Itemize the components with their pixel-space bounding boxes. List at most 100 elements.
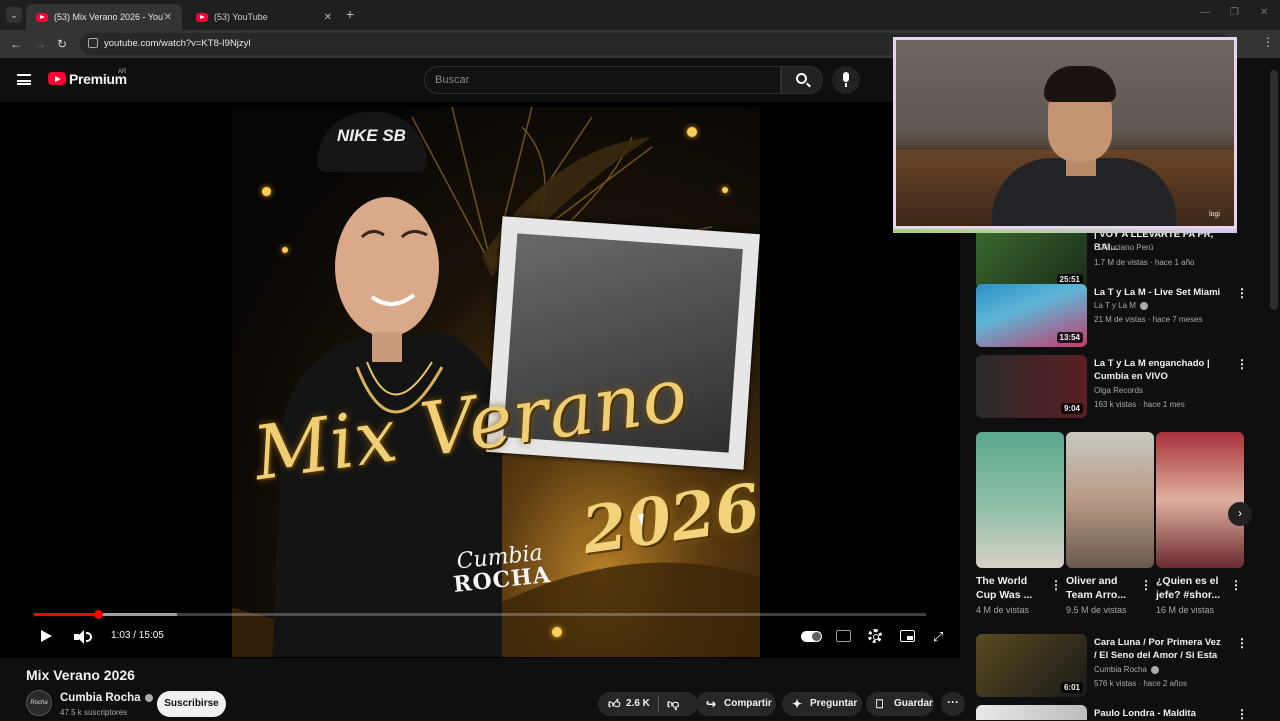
url-text: youtube.com/watch?v=KT8-I9Njzyl	[104, 38, 251, 49]
ask-label: Preguntar	[810, 698, 858, 709]
country-code: AR	[118, 69, 127, 75]
channel-name-text: Cumbia Rocha	[60, 692, 141, 704]
like-count: 2.6 K	[626, 698, 650, 709]
short-thumbnail[interactable]	[1066, 432, 1154, 568]
more-options-icon[interactable]: ⋮	[1236, 707, 1248, 721]
recommendation-title[interactable]: La T y La M - Live Set Miami	[1094, 286, 1224, 299]
like-button[interactable]: 👍︎ 2.6 K 👎︎	[598, 692, 698, 716]
progress-scrubber[interactable]	[94, 610, 104, 619]
minimize-icon[interactable]: —	[1200, 7, 1210, 18]
more-options-icon[interactable]: ⋮	[1230, 578, 1242, 592]
short-item[interactable]: ¿Quien es el jefe? #shor... 16 M de vist…	[1156, 432, 1244, 615]
volume-icon[interactable]	[74, 630, 92, 644]
more-options-icon[interactable]: ⋮	[1140, 578, 1152, 592]
youtube-logo-icon[interactable]	[48, 72, 66, 85]
more-options-icon[interactable]: ⋮	[1236, 286, 1248, 300]
menu-icon[interactable]	[17, 74, 31, 85]
theater-mode-icon[interactable]	[900, 630, 915, 642]
window-close-icon[interactable]: ✕	[1260, 7, 1268, 18]
tab-search-icon[interactable]: ⌄	[6, 7, 22, 23]
short-title[interactable]: Oliver and Team Arro...	[1066, 574, 1136, 602]
search-placeholder: Buscar	[435, 74, 470, 86]
new-tab-button[interactable]: +	[346, 6, 354, 22]
sparkle	[722, 187, 728, 193]
video-player[interactable]: NIKE SB Mix Verano 2026 Cumbia ROCHA 1:0…	[0, 102, 960, 658]
microphone-icon	[843, 72, 849, 87]
short-views: 16 M de vistas	[1156, 605, 1215, 615]
tab-close-icon[interactable]: ✕	[324, 12, 332, 23]
recommendation-meta: 576 k vistas · hace 2 años	[1094, 679, 1187, 688]
browser-tab-bar: ⌄ (53) Mix Verano 2026 - YouTube ✕ (53) …	[0, 0, 1280, 30]
search-button[interactable]	[781, 66, 823, 94]
short-thumbnail[interactable]	[1156, 432, 1244, 568]
more-options-icon[interactable]: ⋮	[1236, 636, 1248, 650]
sparkle-icon: ✦	[792, 697, 803, 711]
share-label: Compartir	[724, 698, 772, 709]
recommendation-meta: 1.7 M de vistas · hace 1 año	[1094, 258, 1195, 267]
recommendation-thumbnail[interactable]: 9:04	[976, 355, 1087, 418]
channel-avatar[interactable]: Rocha	[26, 690, 52, 716]
recommendation-title[interactable]: La T y La M enganchado | Cumbia en VIVO	[1094, 357, 1224, 383]
recommendation-channel[interactable]: Olga Records	[1094, 386, 1143, 395]
recommendation-title[interactable]: Paulo Londra - Maldita	[1094, 707, 1224, 720]
browser-tab-active[interactable]: (53) Mix Verano 2026 - YouTube ✕	[26, 4, 182, 30]
subscribe-button[interactable]: Suscribirse	[157, 691, 226, 717]
recommendation-thumbnail[interactable]: 25:51	[976, 226, 1087, 289]
recommendation-title[interactable]: Cara Luna / Por Primera Vez / El Seno de…	[1094, 636, 1224, 664]
short-title[interactable]: The World Cup Was ...	[976, 574, 1046, 602]
save-button[interactable]: ⎕ Guardar	[866, 692, 934, 716]
short-title[interactable]: ¿Quien es el jefe? #shor...	[1156, 574, 1226, 602]
more-options-icon[interactable]: ⋮	[1236, 357, 1248, 371]
site-info-icon[interactable]	[88, 38, 98, 48]
search-input[interactable]: Buscar	[424, 66, 781, 94]
recommendation-channel[interactable]: DJ Luciano Perú	[1094, 243, 1153, 252]
webcam-overlay: logi	[893, 37, 1237, 229]
more-actions-button[interactable]: ···	[941, 692, 965, 716]
short-thumbnail[interactable]	[976, 432, 1064, 568]
recommendation-meta: 21 M de vistas · hace 7 meses	[1094, 315, 1203, 324]
autoplay-toggle[interactable]	[801, 631, 822, 642]
browser-menu-icon[interactable]: ⋮	[1262, 35, 1274, 49]
more-options-icon[interactable]: ⋮	[1050, 578, 1062, 592]
short-views: 4 M de vistas	[976, 605, 1030, 615]
thumbs-down-icon[interactable]: 👎︎	[667, 697, 679, 711]
settings-gear-icon[interactable]	[868, 629, 882, 643]
short-item[interactable]: Oliver and Team Arro... 9.5 M de vistas …	[1066, 432, 1154, 615]
duration-badge: 6:01	[1060, 682, 1083, 693]
recommendation-item[interactable]: 6:01 Cara Luna / Por Primera Vez / El Se…	[976, 634, 1248, 700]
channel-name[interactable]: Cumbia Rocha	[60, 692, 153, 704]
sparkle	[552, 627, 562, 637]
verified-icon	[1150, 665, 1159, 674]
recommendation-channel[interactable]: La T y La M	[1094, 301, 1148, 310]
share-button[interactable]: ↪ Compartir	[696, 692, 776, 716]
progress-played	[34, 613, 99, 616]
short-item[interactable]: The World Cup Was ... 4 M de vistas ⋮	[976, 432, 1064, 615]
subtitles-icon[interactable]	[836, 630, 851, 642]
page-scrollbar[interactable]	[1270, 70, 1278, 310]
recommendation-item[interactable]: 13:54 La T y La M - Live Set Miami La T …	[976, 284, 1248, 350]
play-icon[interactable]	[41, 630, 52, 642]
restore-icon[interactable]: ❐	[1230, 7, 1239, 18]
fullscreen-icon[interactable]: ⤢	[933, 629, 943, 645]
back-icon[interactable]: ←	[10, 37, 22, 51]
reload-icon[interactable]: ↻	[57, 37, 67, 51]
recommendation-thumbnail[interactable]	[976, 705, 1087, 720]
tab-close-icon[interactable]: ✕	[164, 12, 172, 23]
time-display: 1:03 / 15:05	[111, 630, 164, 641]
youtube-favicon-icon	[36, 12, 48, 22]
video-title: Mix Verano 2026	[26, 667, 135, 683]
recommendation-thumbnail[interactable]: 13:54	[976, 284, 1087, 347]
recommendation-channel[interactable]: Cumbia Rocha	[1094, 665, 1159, 674]
shorts-next-button[interactable]: ›	[1228, 502, 1252, 526]
voice-search-button[interactable]	[832, 66, 860, 94]
verified-icon	[144, 693, 153, 702]
recommendation-channel-text: Cumbia Rocha	[1094, 665, 1147, 674]
forward-icon[interactable]: →	[34, 37, 46, 51]
ask-button[interactable]: ✦ Preguntar	[782, 692, 862, 716]
thumbs-up-icon: 👍︎	[608, 697, 621, 711]
browser-tab[interactable]: (53) YouTube ✕	[186, 4, 342, 30]
recommendation-thumbnail[interactable]: 6:01	[976, 634, 1087, 697]
recommendation-item[interactable]: Paulo Londra - Maldita ⋮	[976, 705, 1248, 721]
recommendation-item[interactable]: 9:04 La T y La M enganchado | Cumbia en …	[976, 355, 1248, 421]
recommendation-item[interactable]: 25:51 | VOY A LLEVARTE PA PR, BAI... DJ …	[976, 226, 1246, 292]
